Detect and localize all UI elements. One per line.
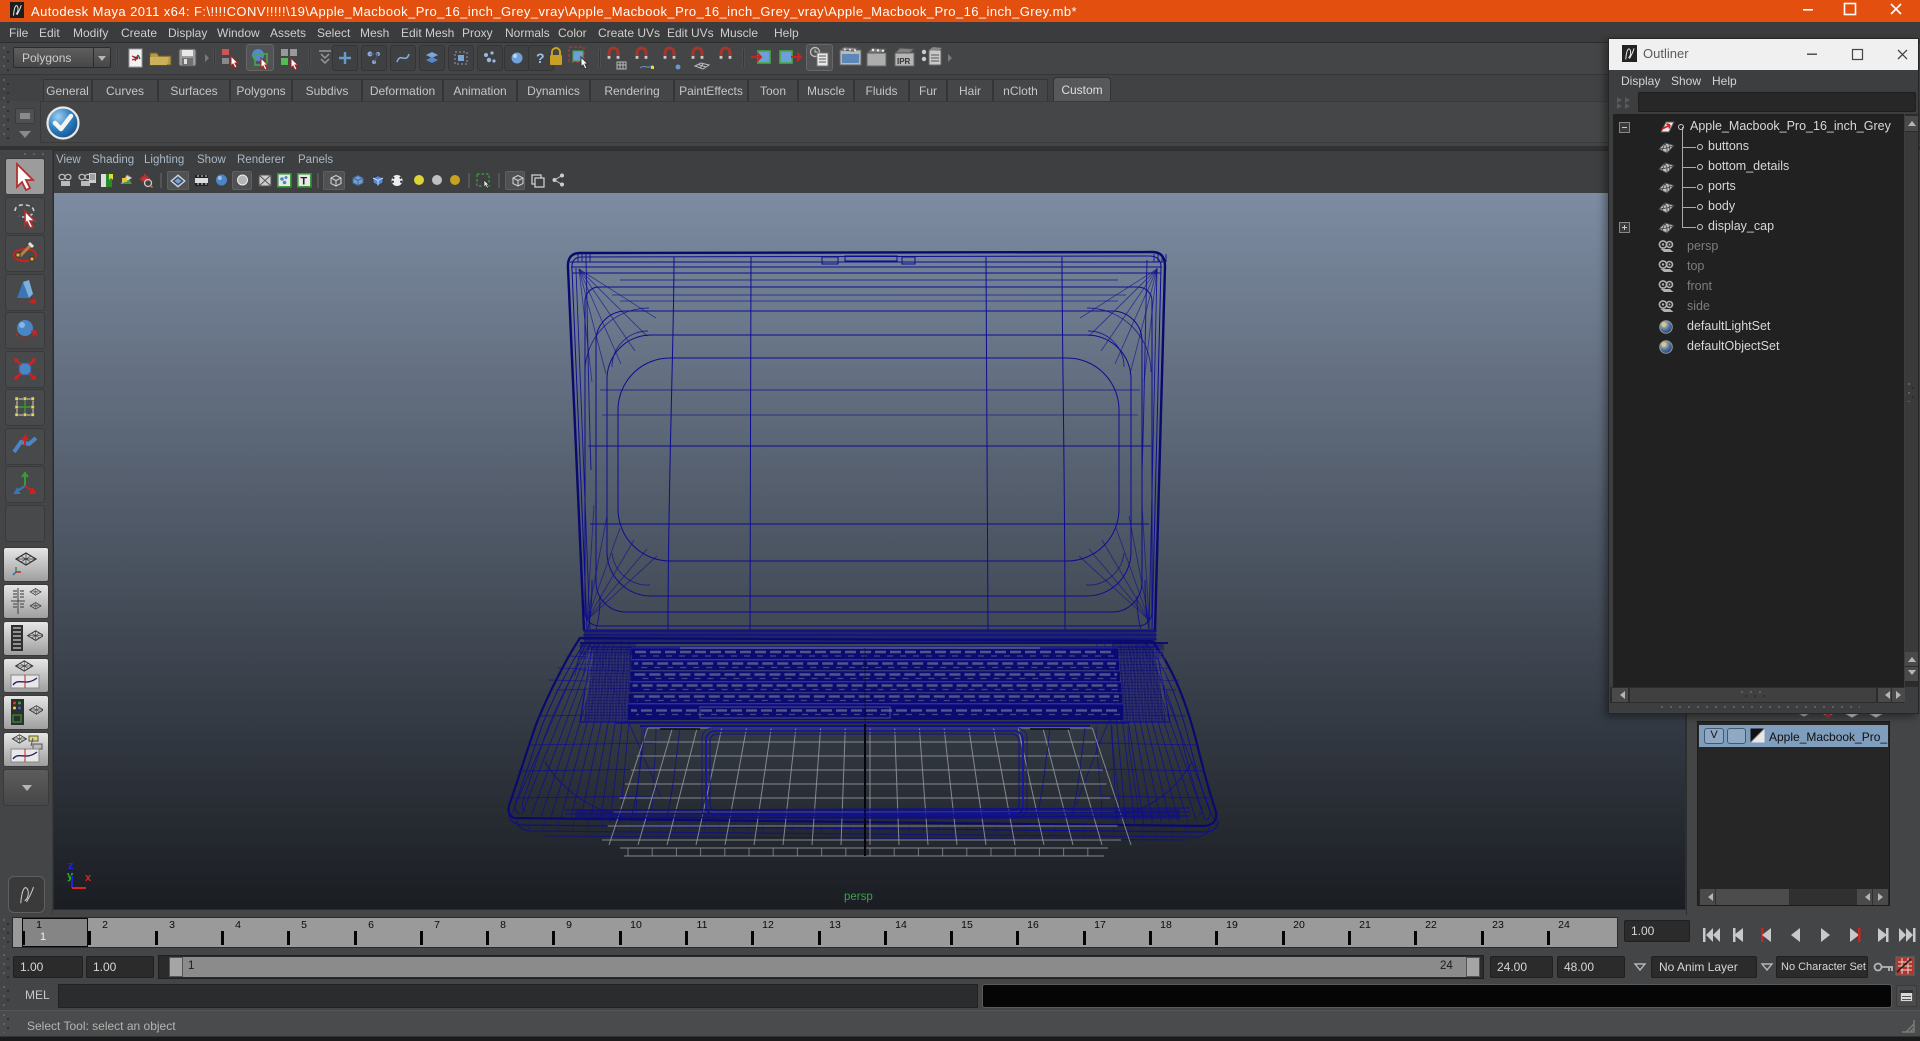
svg-text:IPR: IPR — [897, 57, 911, 66]
svg-text:?: ? — [536, 50, 545, 66]
svg-text:x: x — [85, 872, 92, 884]
svg-text:T: T — [300, 176, 307, 188]
